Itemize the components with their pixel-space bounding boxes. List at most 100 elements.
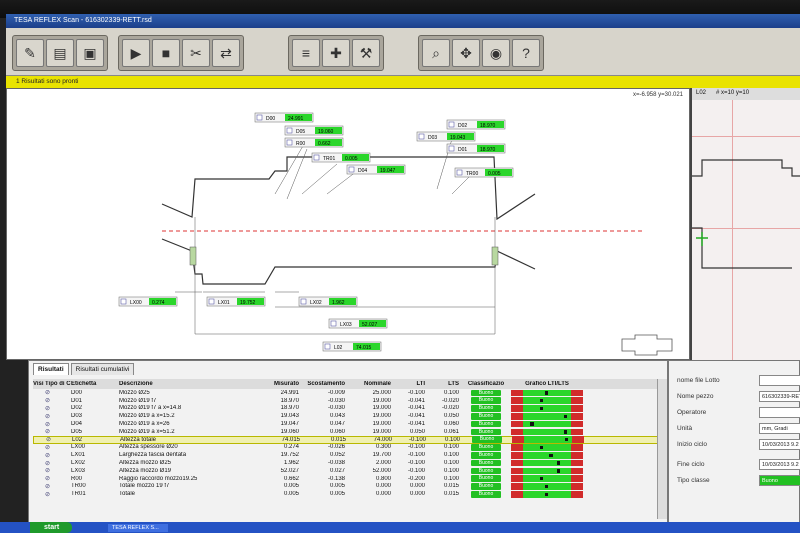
col-etichetta[interactable]: Etichetta: [71, 381, 119, 387]
col-tipo[interactable]: Tipo di C: [45, 381, 71, 387]
measurement-callouts: D00 24.991 D05 19.060R00 0.662 TR01 0.005D04 19…: [118, 112, 514, 352]
profile-canvas[interactable]: x=-6.958 y=30.021 D00 24.991 D05 19.060 R00 0…: [6, 88, 690, 360]
pan-button[interactable]: ✥: [452, 39, 480, 67]
table-row[interactable]: ⊘ R00 Raggio raccordo mozzo19.25 0.662 -0.13…: [33, 475, 665, 483]
col-lts[interactable]: LTS: [425, 381, 459, 387]
cell-nominale: 19.000: [372, 397, 391, 404]
leader-d04: [326, 170, 358, 195]
table-row[interactable]: ⊘ D04 Mozzo Ø19 a x=26 19.047 0.047 19.000 -0.…: [33, 420, 665, 428]
col-classificazione[interactable]: Classificazio: [459, 381, 507, 387]
status-badge: Buono: [471, 444, 501, 451]
tolerance-bar: [511, 428, 583, 436]
tolerance-bar: [511, 491, 583, 498]
table-row[interactable]: ⊘ D05 Mozzo Ø19 a x=51.2 19.060 0.060 19.000 0…: [33, 428, 665, 436]
callout-d01[interactable]: D01 18.970: [446, 143, 506, 154]
col-lti[interactable]: LTI: [391, 381, 425, 387]
measure-icon: ✂: [190, 44, 202, 61]
table-row[interactable]: ⊘ D01 Mozzo Ø19 f7 18.970 -0.030 19.000 -0.041…: [33, 397, 665, 405]
info-field[interactable]: mm, Gradi: [759, 423, 800, 434]
tolerance-zone: [523, 483, 571, 490]
table-row[interactable]: ⊘ TR01 Totale 0.005 0.005 0.000 0.000 0.015 Buon…: [33, 490, 665, 498]
pan-icon: ✥: [460, 44, 472, 61]
zoom-button[interactable]: ⌕: [422, 39, 450, 67]
info-field[interactable]: 10/03/2013 9.2: [759, 439, 800, 450]
table-row[interactable]: ⊘ LX01 Larghezza fascia dentata 19.752 0.052…: [33, 451, 665, 459]
callout-type-icon: [418, 133, 425, 140]
status-badge: Buono: [471, 397, 501, 404]
tolerance-bar: [511, 483, 583, 490]
col-scostamento[interactable]: Scostamento: [299, 381, 345, 387]
callout-lx00[interactable]: LX00 0.274: [118, 296, 178, 307]
cell-lti: -0.041: [407, 405, 425, 412]
center-button[interactable]: ✚: [322, 39, 350, 67]
info-field[interactable]: 10/03/2013 9.2: [759, 459, 800, 470]
cell-etichetta: D03: [71, 413, 83, 420]
callout-tr01[interactable]: TR01 0.005: [311, 152, 371, 163]
stop-button[interactable]: ■: [152, 39, 180, 67]
callout-d05[interactable]: D05 19.060: [284, 125, 344, 136]
info-field[interactable]: [759, 375, 800, 386]
help-button[interactable]: ?: [512, 39, 540, 67]
measure-type-icon: ⊘: [45, 413, 51, 420]
cell-nominale: 19.000: [372, 413, 391, 420]
detail-view-panel[interactable]: L02 # x=10 y=10: [690, 88, 800, 360]
taskbar-item-reflex[interactable]: TESA REFLEX S...: [108, 524, 168, 532]
table-row[interactable]: ⊘ TR00 Totale mozzo 19 f7 0.005 0.005 0.000 0.…: [33, 483, 665, 491]
cell-lti: -0.200: [407, 475, 425, 482]
tools-button[interactable]: ⚒: [352, 39, 380, 67]
callout-lx02[interactable]: LX02 1.962: [298, 296, 358, 307]
table-row[interactable]: ⊘ LX00 Altezza spessore Ø20 0.274 -0.026 0.30…: [33, 444, 665, 452]
cell-scostamento: 0.005: [329, 483, 345, 490]
save-button[interactable]: ▣: [76, 39, 104, 67]
view-button[interactable]: ◉: [482, 39, 510, 67]
callout-lx03[interactable]: LX03 52.027: [328, 318, 388, 329]
callout-d04[interactable]: D04 19.047: [346, 164, 406, 175]
cell-grafico: [507, 405, 587, 412]
limit-high: [571, 467, 583, 475]
callout-tr00[interactable]: TR00 0.005: [454, 167, 514, 178]
callout-type-icon: [448, 121, 455, 128]
col-nominale[interactable]: Nominale: [345, 381, 391, 387]
callout-r00[interactable]: R00 0.662: [284, 137, 344, 148]
col-misurato[interactable]: Misurato: [253, 381, 299, 387]
table-row[interactable]: ⊘ D00 Mozzo Ø25 24.991 -0.009 25.000 -0.100 0.1…: [33, 389, 665, 397]
cell-lts: 0.100: [443, 452, 459, 459]
status-message: 1 Risultati sono pronti: [16, 78, 79, 85]
open-button[interactable]: ✎: [16, 39, 44, 67]
table-row[interactable]: ⊘ L02 Altezza totale 74.015 0.015 74.000 -0.10…: [33, 435, 665, 444]
measure-type-icon: ⊘: [45, 444, 51, 451]
table-row[interactable]: ⊘ LX02 Altezza mozzo Ø25 1.962 -0.038 2.000 -0…: [33, 459, 665, 467]
col-grafico[interactable]: Grafico LTI/LTS: [507, 381, 587, 387]
align-button[interactable]: ≡: [292, 39, 320, 67]
toolbar-group-scan: ▶ ■ ✂ ⇄: [118, 35, 244, 71]
measure-type-icon: ⊘: [45, 421, 51, 428]
info-field[interactable]: [759, 407, 800, 418]
fit-button[interactable]: ⇄: [212, 39, 240, 67]
limit-low: [511, 483, 523, 490]
tab-risultati[interactable]: Risultati: [33, 363, 69, 375]
info-field[interactable]: Buono: [759, 475, 800, 486]
callout-l02[interactable]: L02 74.015: [322, 341, 382, 352]
table-body: ⊘ D00 Mozzo Ø25 24.991 -0.009 25.000 -0.100 0.1…: [33, 389, 665, 498]
measure-marker: [544, 484, 549, 489]
callout-d00[interactable]: D00 24.991: [254, 112, 314, 123]
col-visi[interactable]: Visi: [33, 381, 45, 387]
cell-etichetta: LX02: [71, 460, 86, 467]
col-descrizione[interactable]: Descrizione: [119, 381, 253, 387]
measure-marker: [539, 445, 544, 450]
table-row[interactable]: ⊘ D03 Mozzo Ø19 a x=15.2 19.043 0.043 19.000 -…: [33, 412, 665, 420]
table-row[interactable]: ⊘ LX03 Altezza mozzo Ø19 52.027 0.027 52.000 -…: [33, 467, 665, 475]
callout-d02[interactable]: D02 18.970: [446, 119, 506, 130]
folder-button[interactable]: ▤: [46, 39, 74, 67]
start-button[interactable]: start: [30, 522, 72, 533]
tab-risultati-cumulativi[interactable]: Risultati cumulativi: [70, 363, 135, 375]
vertical-scrollbar[interactable]: [657, 379, 667, 519]
callout-d03[interactable]: D03 19.043: [416, 131, 476, 142]
tolerance-bar: [511, 413, 583, 420]
measure-button[interactable]: ✂: [182, 39, 210, 67]
table-row[interactable]: ⊘ D02 Mozzo Ø19 f7 a x=14.8 18.970 -0.030 19.…: [33, 405, 665, 413]
start-scan-button[interactable]: ▶: [122, 39, 150, 67]
cell-descrizione: Mozzo Ø19 f7 a x=14.8: [119, 405, 182, 412]
callout-lx01[interactable]: LX01 19.752: [206, 296, 266, 307]
info-field[interactable]: 616302339-RETT: [759, 391, 800, 402]
